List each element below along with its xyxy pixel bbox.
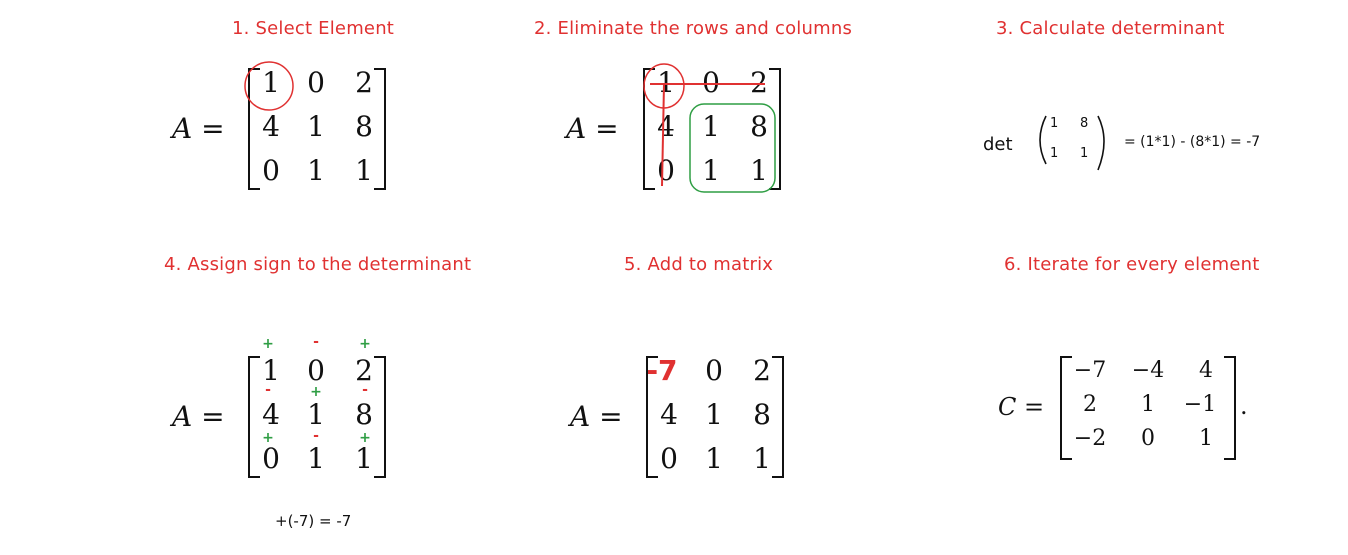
selection-circle: [244, 61, 294, 111]
left-paren: [1039, 115, 1047, 165]
minor-box: [689, 103, 776, 193]
column-strike-line: [661, 83, 665, 187]
annotation-overlay: [244, 61, 1105, 193]
right-paren: [1097, 115, 1105, 171]
